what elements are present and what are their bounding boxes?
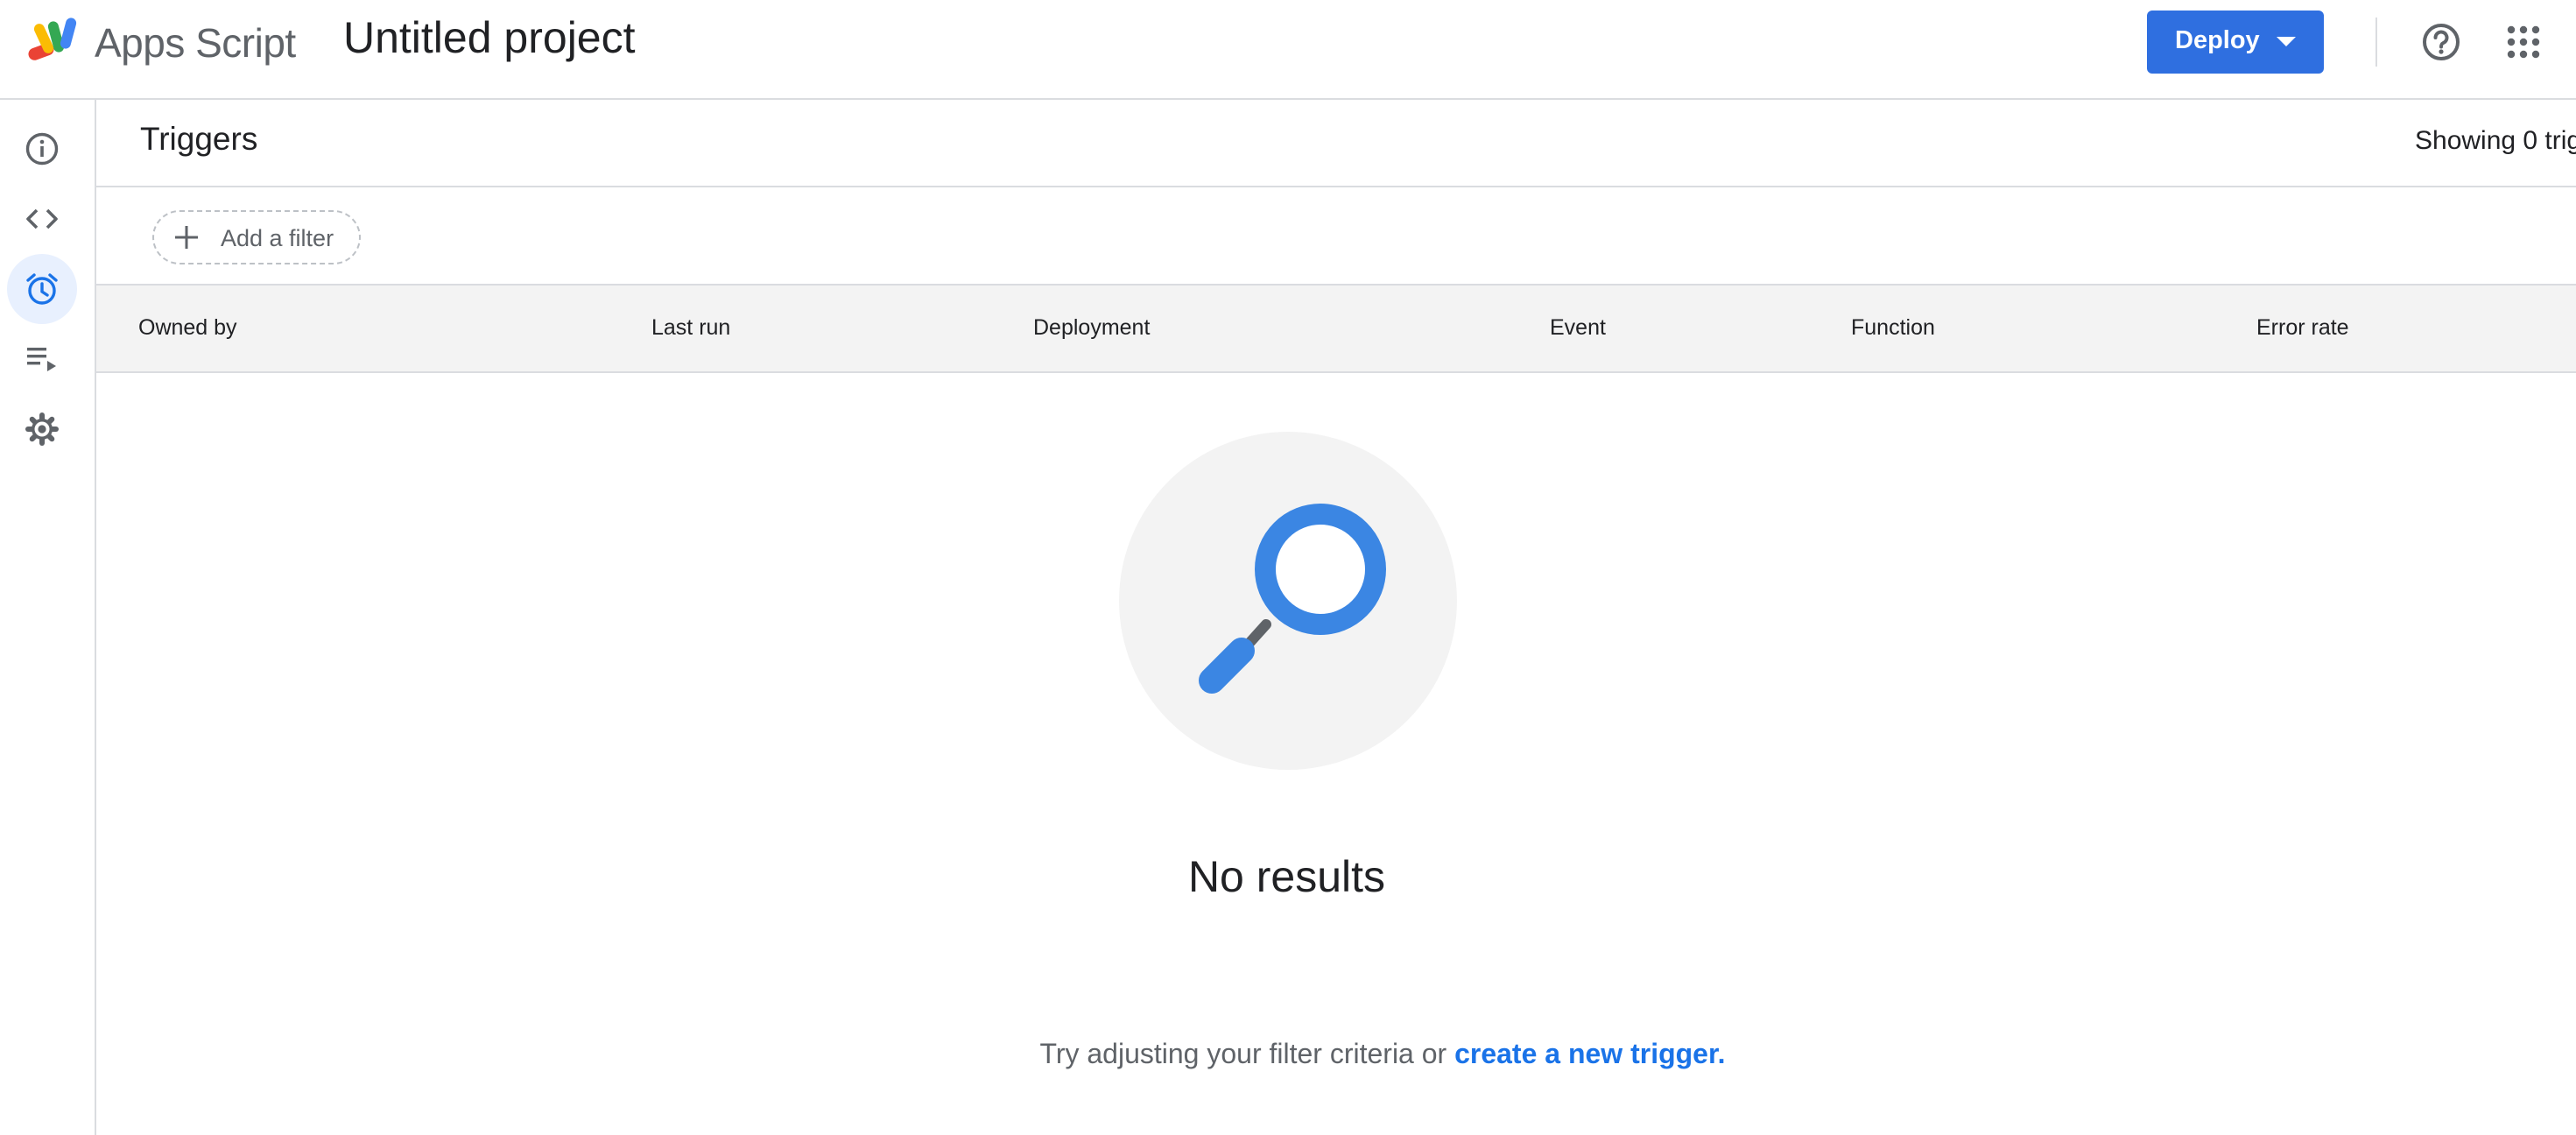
executions-icon bbox=[27, 348, 56, 371]
deploy-button-label: Deploy bbox=[2175, 26, 2260, 54]
sidebar-item-executions[interactable] bbox=[7, 324, 77, 394]
code-icon bbox=[26, 208, 58, 229]
sidebar-item-settings[interactable] bbox=[7, 394, 77, 464]
column-error-rate[interactable]: Error rate bbox=[2256, 315, 2349, 341]
dropdown-caret-icon[interactable] bbox=[2277, 37, 2296, 46]
help-icon[interactable] bbox=[2420, 21, 2462, 63]
column-deployment[interactable]: Deployment bbox=[1033, 315, 1150, 341]
sidebar-item-triggers[interactable] bbox=[7, 254, 77, 324]
column-last-run[interactable]: Last run bbox=[651, 315, 730, 341]
sidebar-item-overview[interactable] bbox=[7, 114, 77, 184]
magnifier-icon bbox=[1199, 504, 1386, 694]
add-filter-button[interactable]: Add a filter bbox=[152, 210, 361, 264]
table-header: Owned by Last run Deployment Event Funct… bbox=[96, 284, 2576, 373]
gear-icon bbox=[25, 412, 59, 446]
page-title: Triggers bbox=[140, 121, 258, 157]
info-icon bbox=[25, 132, 59, 166]
top-app-bar: Apps Script Untitled project Deploy bbox=[0, 0, 2576, 100]
project-title[interactable]: Untitled project bbox=[343, 12, 636, 63]
column-event[interactable]: Event bbox=[1550, 315, 1606, 341]
sidebar bbox=[0, 100, 96, 1135]
app-name: Apps Script bbox=[95, 20, 296, 66]
plus-icon bbox=[175, 226, 198, 249]
empty-state-illustration bbox=[1119, 432, 1457, 770]
create-trigger-link[interactable]: create a new trigger. bbox=[1454, 1038, 1725, 1069]
filter-bar: Add a filter bbox=[96, 187, 2576, 284]
page-header: Triggers Showing 0 trig bbox=[96, 100, 2576, 187]
results-count: Showing 0 trig bbox=[2415, 126, 2576, 155]
column-function[interactable]: Function bbox=[1851, 315, 1935, 341]
column-owned-by[interactable]: Owned by bbox=[138, 315, 237, 341]
deploy-button[interactable]: Deploy bbox=[2147, 11, 2324, 74]
apps-grid-icon[interactable] bbox=[2506, 25, 2541, 60]
empty-state-title: No results bbox=[1187, 852, 1386, 901]
add-filter-label: Add a filter bbox=[221, 225, 334, 251]
empty-state-message: Try adjusting your filter criteria or cr… bbox=[0, 1038, 2576, 1070]
sidebar-item-editor[interactable] bbox=[7, 184, 77, 254]
alarm-clock-icon bbox=[26, 273, 58, 305]
apps-script-logo[interactable] bbox=[26, 16, 84, 63]
toolbar-divider bbox=[2375, 18, 2377, 67]
empty-state-text: Try adjusting your filter criteria or bbox=[1039, 1038, 1447, 1069]
